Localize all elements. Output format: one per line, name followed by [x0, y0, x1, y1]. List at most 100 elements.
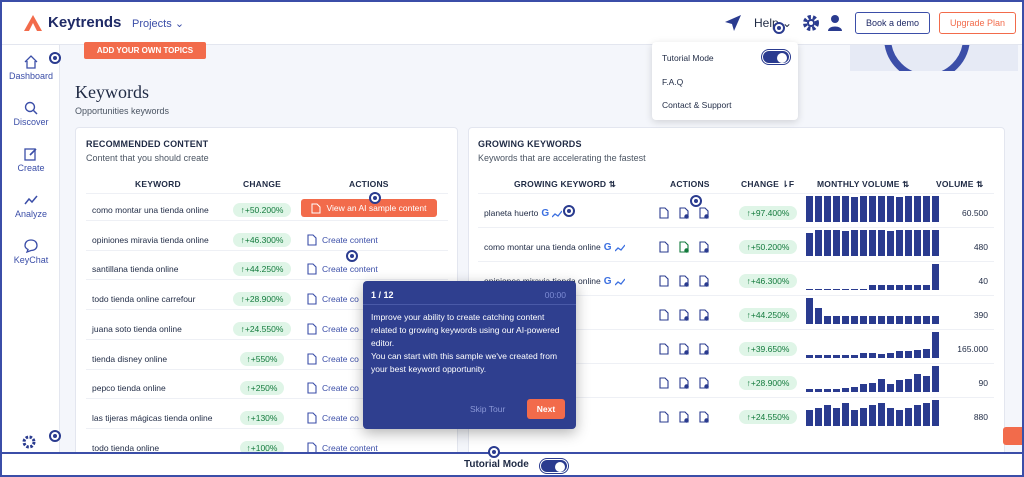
projects-label: Projects	[132, 18, 172, 30]
volume-bar	[824, 230, 831, 256]
create-content-link[interactable]: Create co	[307, 382, 359, 394]
google-icon[interactable]: G	[604, 276, 612, 287]
tutorial-mode-toggle[interactable]	[762, 50, 790, 64]
volume-bar	[905, 285, 912, 290]
tour-hotspot[interactable]	[49, 430, 61, 442]
menu-item-tutorial-mode[interactable]: Tutorial Mode	[662, 53, 714, 63]
edit-icon	[24, 148, 37, 161]
volume-bar	[878, 403, 885, 426]
volume-bar	[878, 316, 885, 324]
next-button[interactable]: Next	[527, 399, 565, 419]
projects-menu[interactable]: Projects ⌄	[132, 17, 184, 30]
tour-hotspot[interactable]	[690, 195, 702, 207]
settings-gear-icon[interactable]	[22, 435, 36, 449]
chat-widget-button[interactable]	[1003, 427, 1022, 445]
brief-action[interactable]	[659, 410, 669, 428]
create-action[interactable]	[679, 410, 689, 428]
col-header-keyword[interactable]: KEYWORD	[135, 179, 181, 189]
google-icon[interactable]: G	[604, 242, 612, 253]
create-content-link[interactable]: Create co	[307, 412, 359, 424]
analyze-action[interactable]	[699, 410, 709, 428]
user-icon[interactable]	[827, 14, 843, 32]
create-content-link[interactable]: Create co	[307, 353, 359, 365]
volume-bar	[860, 408, 867, 426]
col-header-growing-keyword[interactable]: GROWING KEYWORD ⇅	[514, 179, 616, 190]
keyword-cell: pepco tienda online	[92, 383, 166, 393]
sidebar-item-create[interactable]: Create	[2, 147, 60, 173]
create-action[interactable]	[679, 240, 689, 258]
create-content-link[interactable]: Create content	[307, 234, 378, 246]
volume-bar	[860, 316, 867, 324]
analyze-action[interactable]	[699, 376, 709, 394]
analyze-action[interactable]	[699, 274, 709, 292]
create-action[interactable]	[679, 342, 689, 360]
tour-hotspot[interactable]	[49, 52, 61, 64]
create-action[interactable]	[679, 308, 689, 326]
col-header-change[interactable]: CHANGE ⇂F	[741, 179, 794, 190]
volume-bar	[815, 408, 822, 426]
tutorial-mode-toggle[interactable]	[540, 459, 568, 473]
change-value: +44.250%	[750, 310, 790, 320]
book-demo-button[interactable]: Book a demo	[855, 12, 930, 34]
menu-item-faq[interactable]: F.A.Q	[662, 77, 683, 87]
analyze-action[interactable]	[699, 240, 709, 258]
row-divider	[478, 261, 994, 262]
tour-hotspot[interactable]	[346, 250, 358, 262]
sidebar-item-analyze[interactable]: Analyze	[2, 193, 60, 219]
volume-bar	[851, 289, 858, 290]
send-icon[interactable]	[724, 14, 742, 32]
trend-icon[interactable]	[552, 210, 563, 218]
trend-icon[interactable]	[614, 244, 625, 252]
create-content-link[interactable]: Create co	[307, 323, 359, 335]
tour-hotspot[interactable]	[369, 192, 381, 204]
analyze-action[interactable]	[699, 308, 709, 326]
change-value: +24.550%	[750, 412, 790, 422]
brief-action[interactable]	[659, 308, 669, 326]
col-header-change[interactable]: CHANGE	[243, 179, 281, 189]
change-badge: ↑ +39.650%	[739, 342, 797, 356]
volume-bar	[860, 289, 867, 290]
document-icon	[659, 343, 669, 355]
google-icon[interactable]: G	[541, 208, 549, 219]
volume-bar	[869, 405, 876, 426]
brief-action[interactable]	[659, 274, 669, 292]
add-topics-button[interactable]: ADD YOUR OWN TOPICS	[84, 42, 206, 59]
trend-icon[interactable]	[614, 278, 625, 286]
upgrade-plan-button[interactable]: Upgrade Plan	[939, 12, 1016, 34]
ai-sample-button[interactable]: View an AI sample content	[301, 199, 437, 217]
tour-popover: 1 / 12 00:00 Improve your ability to cre…	[363, 281, 576, 429]
volume-bar	[869, 196, 876, 222]
document-icon	[659, 241, 669, 253]
col-header-actions: ACTIONS	[349, 179, 389, 189]
gear-icon[interactable]	[802, 14, 820, 32]
document-icon	[699, 207, 709, 219]
brief-action[interactable]	[659, 376, 669, 394]
create-action[interactable]	[679, 274, 689, 292]
create-content-link[interactable]: Create content	[307, 263, 378, 275]
growing-subtitle: Keywords that are accelerating the faste…	[478, 153, 646, 163]
tour-hotspot[interactable]	[563, 205, 575, 217]
document-icon	[699, 411, 709, 423]
volume-bar	[914, 316, 921, 324]
create-action[interactable]	[679, 376, 689, 394]
tour-hotspot[interactable]	[773, 22, 785, 34]
brief-action[interactable]	[659, 240, 669, 258]
volume-bar	[923, 285, 930, 290]
col-header-volume[interactable]: VOLUME ⇅	[936, 179, 983, 190]
skip-tour-button[interactable]: Skip Tour	[470, 404, 505, 414]
col-header-monthly-volume[interactable]: MONTHLY VOLUME ⇅	[817, 179, 910, 190]
brand-logo[interactable]: Keytrends	[24, 14, 121, 31]
analyze-action[interactable]	[699, 342, 709, 360]
brief-action[interactable]	[659, 206, 669, 224]
action-icons	[659, 410, 709, 428]
volume-bar	[869, 285, 876, 290]
analyze-action[interactable]	[699, 206, 709, 224]
tour-hotspot[interactable]	[488, 446, 500, 458]
change-badge: ↑ +50.200%	[739, 240, 797, 254]
create-action[interactable]	[679, 206, 689, 224]
create-content-link[interactable]: Create co	[307, 293, 359, 305]
sidebar-item-keychat[interactable]: KeyChat	[2, 239, 60, 265]
brief-action[interactable]	[659, 342, 669, 360]
sidebar-item-discover[interactable]: Discover	[2, 101, 60, 127]
menu-item-contact-support[interactable]: Contact & Support	[662, 100, 731, 110]
